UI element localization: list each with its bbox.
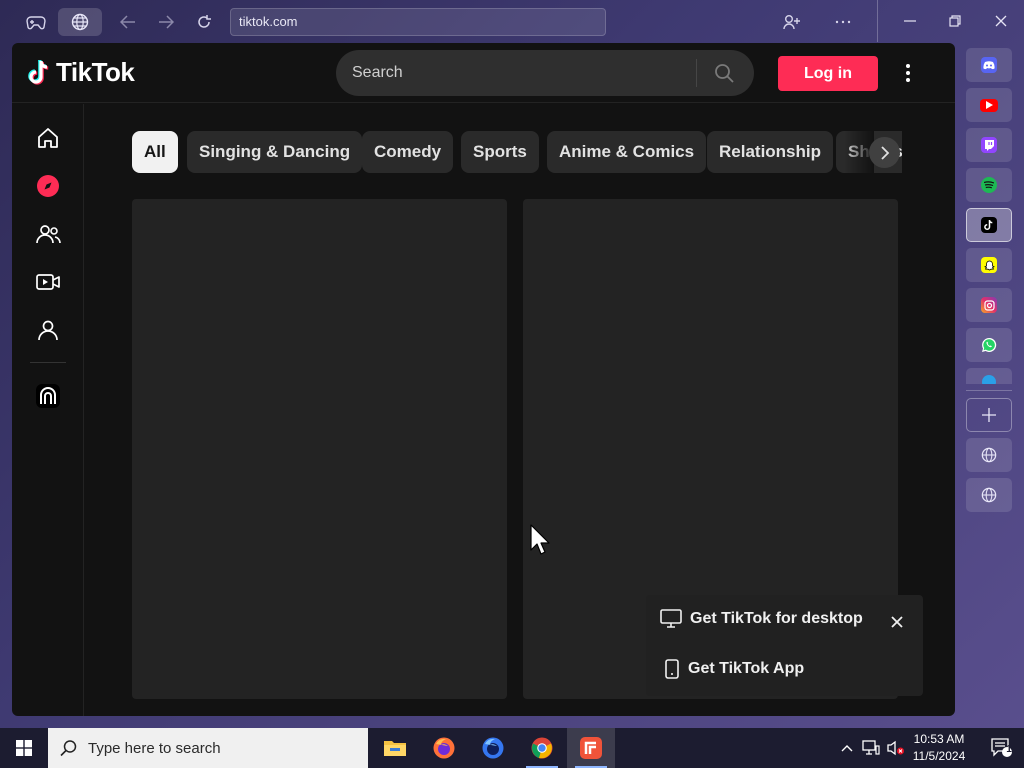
category-chip-singing-dancing[interactable]: Singing & Dancing [187,131,363,173]
notification-icon[interactable]: 1 [980,728,1024,768]
windows-start-icon[interactable] [0,728,48,768]
following-icon[interactable] [32,218,64,250]
youtube-icon [980,98,998,112]
video-card[interactable] [132,199,507,699]
search-bar [336,50,754,96]
windows-taskbar: Type here to search 10:53 AM 11/5/2024 1 [0,728,1024,768]
tiktok-note-icon [28,59,49,85]
dock-globe-2[interactable] [966,478,1012,512]
category-chip-comedy[interactable]: Comedy [362,131,454,173]
mouse-cursor-icon [530,524,550,555]
volume-muted-icon[interactable] [884,728,908,768]
dock-instagram[interactable] [966,288,1012,322]
search-icon [715,64,734,83]
back-arrow-icon[interactable] [116,10,140,34]
login-button[interactable]: Log in [778,56,878,91]
monitor-icon [660,609,682,628]
category-chip-all[interactable]: All [132,131,178,173]
get-app-label: Get TikTok App [688,660,805,677]
explore-icon[interactable] [32,170,64,202]
network-icon[interactable] [859,728,883,768]
restore-icon[interactable] [941,8,969,34]
dock-youtube[interactable] [966,88,1012,122]
phone-icon [665,659,679,679]
firefox-developer-icon[interactable] [469,728,517,768]
more-vertical-icon[interactable] [896,59,920,87]
chrome-icon[interactable] [518,728,566,768]
close-icon[interactable] [886,611,908,633]
tiktok-window: TikTok Log in [12,43,955,716]
dock-discord[interactable] [966,48,1012,82]
taskbar-search[interactable]: Type here to search [48,728,368,768]
tiktok-icon [981,217,997,233]
profile-icon[interactable] [32,314,64,346]
toolbar-divider [877,0,878,42]
snapchat-icon [981,257,997,273]
search-input[interactable] [336,50,696,96]
category-chip-anime-comics[interactable]: Anime & Comics [547,131,707,173]
dock-globe-1[interactable] [966,438,1012,472]
firefox-icon[interactable] [420,728,468,768]
browser-toolbar: tiktok.com [0,0,1024,42]
chevron-up-icon[interactable] [837,728,857,768]
chevron-right-icon[interactable] [869,137,900,168]
add-person-icon[interactable] [779,10,805,34]
activity-icon[interactable] [32,380,64,412]
red-app-icon[interactable] [567,728,615,768]
dock-tiktok[interactable] [966,208,1012,242]
dock-spotify[interactable] [966,168,1012,202]
get-app-link[interactable]: Get TikTok App [664,659,804,679]
tiktok-logo[interactable]: TikTok [28,57,135,88]
dock-divider [966,390,1012,391]
whatsapp-icon [981,337,997,353]
more-icon[interactable] [830,10,856,34]
system-clock[interactable]: 10:53 AM 11/5/2024 [906,731,972,765]
search-button[interactable] [697,50,751,96]
file-explorer-icon[interactable] [371,728,419,768]
globe-tab-icon[interactable] [58,8,102,36]
search-icon [60,740,77,757]
side-navigation [12,104,84,716]
forward-arrow-icon[interactable] [154,10,178,34]
partial-app-icon [982,375,996,384]
minimize-icon[interactable] [896,8,924,34]
spotify-icon [981,177,997,193]
nav-divider [30,362,66,363]
tiktok-header: TikTok Log in [12,43,955,103]
twitch-icon [981,137,997,153]
instagram-icon [981,297,997,313]
reload-icon[interactable] [192,10,216,34]
dock-partial-item[interactable] [966,368,1012,384]
taskbar-search-placeholder: Type here to search [88,739,221,757]
discord-icon [981,57,997,73]
address-bar[interactable]: tiktok.com [230,8,606,36]
get-desktop-label: Get TikTok for desktop [690,610,863,627]
dock-snapchat[interactable] [966,248,1012,282]
get-desktop-link[interactable]: Get TikTok for desktop [660,609,863,629]
gamepad-icon[interactable] [22,9,50,35]
category-chips: All Singing & Dancing Comedy Sports Anim… [132,131,902,173]
live-video-icon[interactable] [32,266,64,298]
dock-whatsapp[interactable] [966,328,1012,362]
notification-count: 1 [1006,744,1012,755]
get-app-popup: Get TikTok for desktop Get TikTok App [646,595,923,696]
globe-icon [981,447,997,463]
category-chip-sports[interactable]: Sports [461,131,539,173]
clock-time: 10:53 AM [913,732,965,746]
clock-date: 11/5/2024 [912,749,966,763]
category-chip-relationship[interactable]: Relationship [707,131,834,173]
home-icon[interactable] [32,122,64,154]
logo-text: TikTok [56,57,135,87]
dock-twitch[interactable] [966,128,1012,162]
dock-add-button[interactable] [966,398,1012,432]
close-icon[interactable] [987,8,1015,34]
globe-icon [981,487,997,503]
add-icon [982,408,996,422]
